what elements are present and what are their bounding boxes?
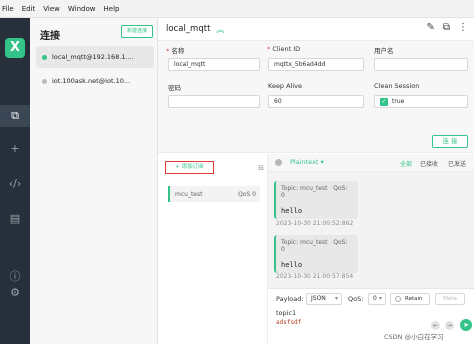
edit-icon[interactable]: ✎ — [426, 22, 434, 33]
username-label: 用户名 — [374, 47, 394, 55]
retain-radio-icon — [395, 295, 401, 302]
payload-format-select[interactable]: JSON ▾ — [306, 293, 342, 305]
meta-button[interactable]: Meta — [435, 293, 465, 305]
collapse-icon[interactable]: ︽ — [216, 24, 224, 35]
more-icon[interactable]: ⋮ — [458, 22, 468, 33]
add-subscription-button[interactable]: + 添加订阅 — [165, 161, 214, 174]
subscriptions-panel: + 添加订阅 ⊟ mcu_test QoS 0 — [158, 154, 268, 344]
check-icon: ✓ — [380, 97, 388, 106]
subscription-topic: mcu_test — [175, 190, 203, 198]
clientid-label: * Client ID — [267, 45, 301, 53]
connection-header: local_mqtt ︽ ✎ ⧉ ⋮ — [158, 18, 474, 40]
connect-button[interactable]: 连 接 — [432, 135, 468, 148]
menu-file[interactable]: File — [2, 5, 14, 13]
payload-type-dot — [275, 159, 282, 166]
message-topic: Topic: mcu_test QoS: 0 — [281, 185, 348, 199]
username-field[interactable] — [374, 58, 468, 71]
connection-label: local_mqtt@192.168.1.... — [52, 53, 134, 61]
filter-received[interactable]: 已接收 — [420, 159, 438, 168]
new-window-icon[interactable]: ⧉ — [443, 22, 450, 33]
filter-sent[interactable]: 已发送 — [448, 159, 466, 168]
keepalive-field[interactable]: 60 — [268, 95, 364, 108]
messages-toolbar: Plaintext ▾ 全部 已接收 已发送 — [268, 154, 474, 172]
main-panel: local_mqtt ︽ ✎ ⧉ ⋮ * 名称 local_mqtt * Cli… — [158, 18, 474, 344]
prev-message-icon[interactable]: ← — [431, 321, 440, 330]
send-icon[interactable]: ➤ — [460, 319, 472, 331]
next-message-icon[interactable]: → — [445, 321, 454, 330]
message-topic: Topic: mcu_test QoS: 0 — [281, 239, 348, 253]
status-dot — [42, 54, 47, 60]
messages-panel: Plaintext ▾ 全部 已接收 已发送 Topic: mcu_test Q… — [268, 154, 474, 344]
log-icon[interactable]: ▤ — [0, 208, 30, 230]
password-label: 密码 — [168, 84, 181, 92]
connections-icon[interactable]: ⧉ — [0, 105, 30, 127]
message-bubble: Topic: mcu_test QoS: 0 hello — [274, 235, 358, 273]
topic-input[interactable]: topic1 — [276, 309, 296, 317]
menu-bar: File Edit View Window Help — [0, 0, 474, 18]
menu-view[interactable]: View — [43, 5, 60, 13]
connection-label: iot.100ask.net@iot.10... — [52, 77, 131, 85]
plus-icon[interactable]: + — [0, 138, 30, 160]
message-payload: hello — [281, 261, 303, 269]
watermark: CSDN @小白在学习 — [384, 333, 444, 341]
subscription-qos: QoS 0 — [238, 190, 256, 198]
connection-item-iot[interactable]: iot.100ask.net@iot.10... — [36, 70, 154, 92]
qos-label: QoS: — [348, 295, 364, 303]
message-payload: hello — [281, 207, 303, 215]
password-field[interactable] — [168, 95, 260, 108]
payload-input[interactable]: adsfsdf — [276, 319, 301, 326]
connection-name: local_mqtt — [166, 24, 211, 34]
connection-form: * 名称 local_mqtt * Client ID mqttx_5b6ad4… — [158, 40, 474, 153]
menu-help[interactable]: Help — [104, 5, 120, 13]
connections-title: 连接 — [40, 31, 60, 42]
name-label: * 名称 — [166, 47, 185, 55]
status-dot — [42, 78, 47, 84]
connection-item-local-mqtt[interactable]: local_mqtt@192.168.1.... — [36, 46, 154, 68]
cleansession-field[interactable]: ✓ true — [374, 95, 468, 108]
app-logo: X — [5, 38, 25, 58]
new-connection-button[interactable]: 新建连接 — [121, 25, 153, 38]
qos-select[interactable]: 0 ▾ — [368, 293, 386, 305]
filter-all[interactable]: 全部 — [400, 159, 412, 168]
collapse-panel-icon[interactable]: ⊟ — [258, 164, 264, 172]
connection-list: 连接 新建连接 local_mqtt@192.168.1.... iot.100… — [30, 18, 158, 344]
menu-edit[interactable]: Edit — [22, 5, 36, 13]
message-time: 2023-10-30 21:00:52:862 — [276, 220, 354, 227]
name-field[interactable]: local_mqtt — [168, 58, 260, 71]
payload-type-select[interactable]: Plaintext ▾ — [290, 158, 324, 166]
message-bubble: Topic: mcu_test QoS: 0 hello — [274, 181, 358, 219]
cleansession-label: Clean Session — [374, 82, 420, 90]
script-icon[interactable]: ‹/› — [0, 173, 30, 195]
left-rail: X ⧉ + ‹/› ▤ ⓘ ⚙ — [0, 18, 30, 344]
clientid-field[interactable]: mqttx_5b6ad4dd — [268, 58, 364, 71]
menu-window[interactable]: Window — [68, 5, 96, 13]
message-time: 2023-10-30 21:00:57:854 — [276, 273, 354, 280]
payload-label: Payload: — [276, 295, 304, 303]
keepalive-label: Keep Alive — [268, 82, 303, 90]
retain-toggle[interactable]: Retain — [390, 293, 430, 305]
settings-icon[interactable]: ⚙ — [0, 282, 30, 304]
subscription-item[interactable]: mcu_test QoS 0 — [168, 186, 260, 202]
